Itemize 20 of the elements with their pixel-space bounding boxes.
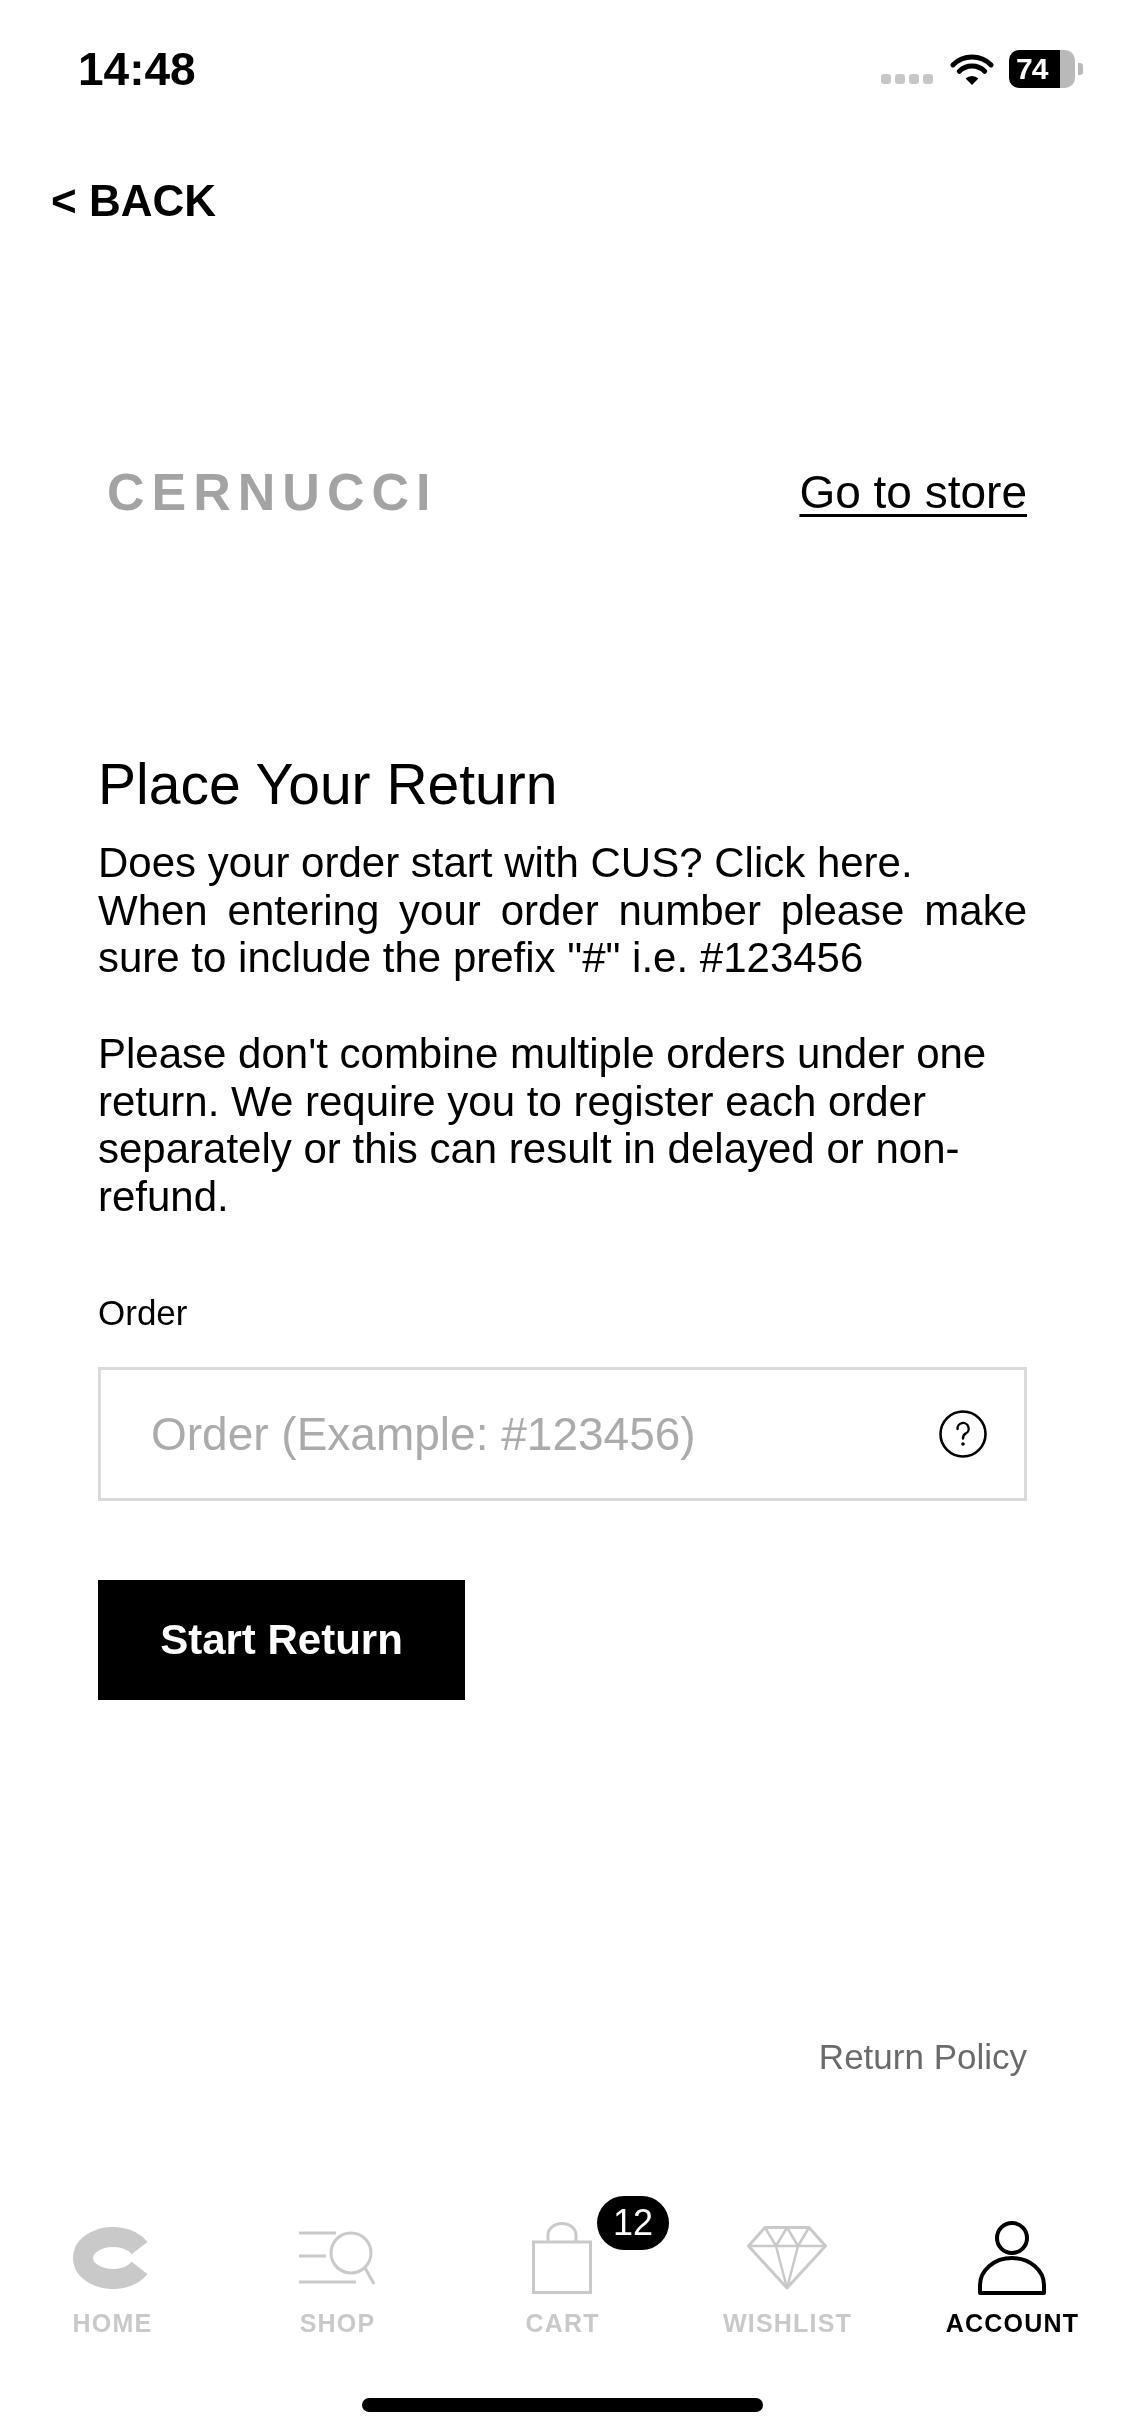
order-input-field[interactable]: Order (Example: #123456) <box>98 1366 1027 1501</box>
person-icon <box>978 2220 1047 2295</box>
page-title: Place Your Return <box>98 751 559 818</box>
battery-indicator: 74 <box>1009 50 1083 88</box>
signal-icon <box>881 74 933 84</box>
account-tab[interactable]: ACCOUNT <box>937 2221 1088 2338</box>
instructions-text: Does your order start with CUS? Click here. When entering your order number please make sure to include the prefix "#" i.e. #123456 <box>98 839 1027 983</box>
return-policy-link[interactable]: Return Policy <box>818 2036 1027 2076</box>
diamond-icon <box>747 2225 828 2290</box>
brand-logo: CERNUCCI <box>107 462 438 522</box>
help-icon[interactable] <box>939 1409 987 1458</box>
go-to-store-link[interactable]: Go to store <box>799 462 1027 522</box>
start-return-button[interactable]: Start Return <box>98 1579 465 1700</box>
notice-text: Please don't combine multiple orders under one return. We require you to register each order separately or this can result in delayed or non-refund. <box>98 1029 988 1221</box>
shopping-bag-icon <box>532 2221 593 2294</box>
back-button[interactable]: < BACK <box>51 174 217 227</box>
order-label: Order <box>98 1291 189 1334</box>
cart-count-badge: 12 <box>597 2195 669 2250</box>
wifi-icon <box>949 52 995 86</box>
status-time: 14:48 <box>78 43 196 95</box>
